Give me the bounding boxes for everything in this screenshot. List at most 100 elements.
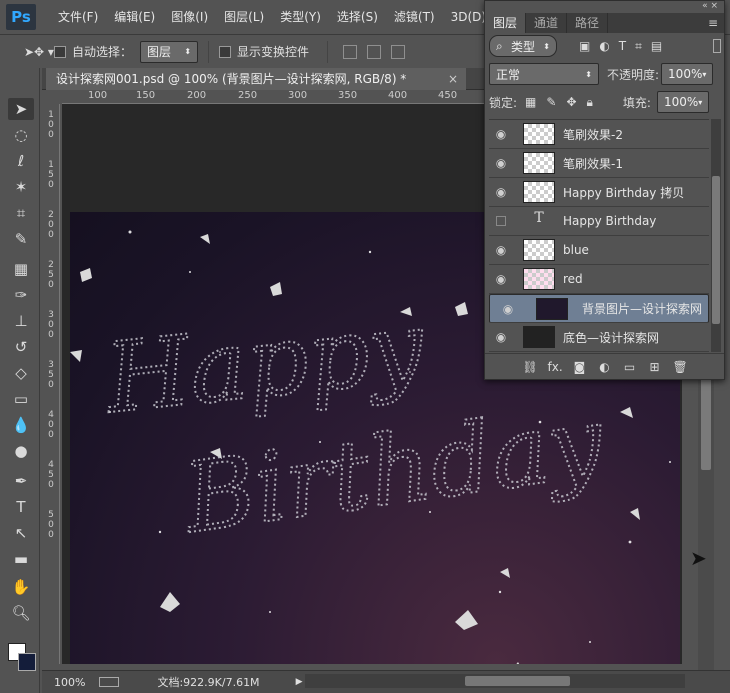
magic-wand-icon[interactable]: ✶ (8, 176, 34, 198)
layer-thumbnail (535, 297, 568, 320)
layers-panel-footer: ⛓︎ fx. ◙ ◐ ▭ ⊞ 🗑︎ (485, 353, 724, 379)
layer-row[interactable]: ◉ 笔刷效果-1 (489, 149, 709, 178)
layer-name: Happy Birthday (563, 214, 657, 228)
rectangle-tool-icon[interactable]: ▬ (8, 548, 34, 570)
blend-mode-dropdown[interactable]: 正常 ⬍ (489, 63, 599, 85)
eye-icon[interactable]: ◉ (489, 243, 513, 257)
opacity-input[interactable]: 100% ▾ (661, 63, 714, 85)
type-tool-icon[interactable]: T (8, 496, 34, 518)
layer-name: 笔刷效果-1 (563, 156, 623, 171)
fx-icon[interactable]: fx. (548, 360, 563, 374)
show-transform-checkbox[interactable] (219, 45, 232, 58)
chevron-down-icon: ▾ (702, 69, 707, 79)
eye-icon[interactable]: ◉ (489, 330, 513, 344)
visibility-off-box[interactable] (489, 216, 513, 226)
panel-menu-icon[interactable]: ≡ (708, 13, 718, 33)
menu-select[interactable]: 选择(S) (329, 0, 386, 34)
dropdown-arrows-icon: ⬍ (543, 41, 550, 51)
move-tool-icon[interactable]: ➤ (8, 98, 34, 120)
clone-stamp-icon[interactable]: ⊥ (8, 310, 34, 332)
healing-brush-icon[interactable]: ▦ (8, 258, 34, 280)
blur-tool-icon[interactable]: 💧 (8, 414, 34, 436)
ruler-digit: 5 (48, 270, 54, 280)
eraser-icon[interactable]: ◇ (8, 362, 34, 384)
history-brush-icon[interactable]: ↺ (8, 336, 34, 358)
gradient-tool-icon[interactable]: ▭ (8, 388, 34, 410)
path-select-icon[interactable]: ↖ (8, 522, 34, 544)
tab-channels[interactable]: 通道 (526, 13, 568, 33)
document-size: 文档:922.9K/7.61M (157, 676, 260, 689)
layer-row[interactable]: ◉ 底色—设计探索网 (489, 323, 709, 352)
layers-panel: « × 图层 通道 路径 ≡ ⌕ 类型 ⬍ ▣◐T⌗▤ 正常 ⬍ 不透明度: 1… (484, 0, 725, 380)
tab-layers[interactable]: 图层 (485, 13, 527, 33)
close-tab-icon[interactable]: × (448, 68, 458, 90)
layer-row[interactable]: ◉ Happy Birthday 拷贝 (489, 178, 709, 207)
layer-row[interactable]: ◉ blue (489, 236, 709, 265)
ruler-digit: 4 (48, 410, 54, 420)
text-layer-icon: T (534, 210, 544, 226)
horizontal-scroll-thumb[interactable] (465, 676, 570, 686)
link-icon[interactable]: ⛓︎ (523, 360, 538, 374)
show-transform-label: 显示变换控件 (237, 45, 310, 59)
filter-kind-dropdown[interactable]: ⌕ 类型 ⬍ (489, 35, 557, 57)
status-info-icon[interactable] (99, 677, 120, 687)
brush-tool-icon[interactable]: ✑ (8, 284, 34, 306)
ruler-tick-label: 250 (238, 90, 258, 101)
layer-row[interactable]: ◉ 笔刷效果-2 (489, 120, 709, 149)
ruler-digit: 0 (48, 180, 54, 190)
filter-toggle[interactable] (713, 39, 721, 53)
eye-icon[interactable]: ◉ (489, 185, 513, 199)
eye-icon[interactable]: ◉ (489, 127, 513, 141)
lasso-tool-icon[interactable]: ℓ (8, 150, 34, 172)
move-tool-preset-icon[interactable]: ➤✥ ▾ (24, 45, 54, 59)
ruler-tick-label: 300 (288, 90, 308, 101)
pen-tool-icon[interactable]: ✒ (8, 470, 34, 492)
photoshop-logo: Ps (6, 4, 36, 30)
align-bottom-icon[interactable] (391, 44, 406, 59)
adjustment-icon[interactable]: ◐ (598, 360, 612, 374)
layer-thumbnail (523, 239, 555, 261)
auto-select-checkbox[interactable] (54, 45, 66, 58)
blend-mode-value: 正常 (496, 67, 521, 82)
align-middle-icon[interactable] (367, 44, 382, 59)
menu-edit[interactable]: 编辑(E) (106, 0, 163, 34)
fill-input[interactable]: 100% ▾ (656, 91, 709, 113)
layer-name: 背景图片—设计探索网 (581, 302, 702, 316)
marquee-tool-icon[interactable]: ◌ (8, 124, 34, 146)
document-tab[interactable]: 设计探索网001.psd @ 100% (背景图片—设计探索网, RGB/8) … (46, 68, 466, 90)
vertical-scroll-thumb[interactable] (701, 375, 711, 470)
ruler-digit: 0 (48, 220, 54, 230)
panel-collapse-icon[interactable]: « × (702, 1, 718, 11)
group-icon[interactable]: ▭ (623, 360, 637, 374)
hand-tool-icon[interactable]: ✋ (8, 576, 34, 598)
dodge-tool-icon[interactable]: ● (8, 440, 34, 462)
background-color-swatch[interactable] (18, 653, 36, 671)
layer-list-scroll-thumb[interactable] (712, 176, 720, 324)
zoom-level[interactable]: 100% (54, 676, 85, 689)
crop-tool-icon[interactable]: ⌗ (8, 202, 34, 224)
ruler-digit: 3 (48, 310, 54, 320)
eyedropper-icon[interactable]: ✎ (8, 228, 34, 250)
new-layer-icon[interactable]: ⊞ (648, 360, 662, 374)
auto-select-dropdown[interactable]: 图层 ⬍ (140, 40, 199, 63)
menu-filter[interactable]: 滤镜(T) (386, 0, 443, 34)
layer-row[interactable]: T Happy Birthday (489, 207, 709, 236)
eye-icon[interactable]: ◉ (496, 302, 520, 316)
menu-type[interactable]: 类型(Y) (272, 0, 329, 34)
eye-icon[interactable]: ◉ (489, 156, 513, 170)
mask-icon[interactable]: ◙ (573, 360, 587, 374)
panel-tabs: 图层 通道 路径 ≡ (485, 13, 724, 33)
menu-file[interactable]: 文件(F) (50, 0, 106, 34)
filter-icons[interactable]: ▣◐T⌗▤ (579, 39, 671, 54)
status-menu-arrow-icon[interactable]: ▶ (296, 677, 303, 687)
tab-paths[interactable]: 路径 (567, 13, 609, 33)
eye-icon[interactable]: ◉ (489, 272, 513, 286)
layer-row-selected[interactable]: ◉ 背景图片—设计探索网 (489, 294, 709, 323)
menu-image[interactable]: 图像(I) (163, 0, 216, 34)
zoom-tool-icon[interactable]: 🔍︎ (8, 602, 34, 624)
menu-layer[interactable]: 图层(L) (216, 0, 272, 34)
layer-row[interactable]: ◉ red (489, 265, 709, 294)
align-top-icon[interactable] (343, 44, 358, 59)
lock-icons[interactable]: ▦✎✥🔒︎ (525, 95, 603, 110)
delete-icon[interactable]: 🗑︎ (673, 360, 688, 374)
